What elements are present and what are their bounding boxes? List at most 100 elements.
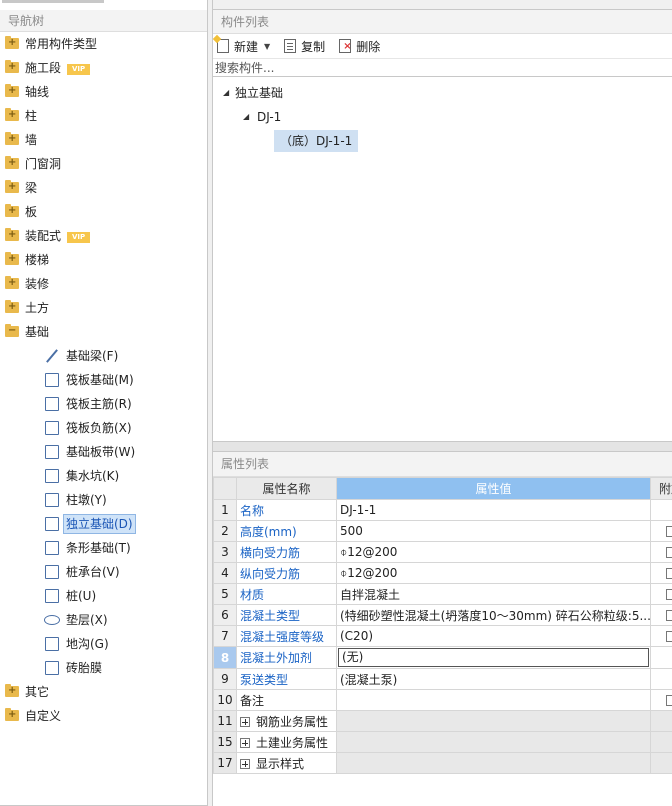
nav-subitem-column-pier[interactable]: 柱墩(Y) [0,488,207,512]
table-row[interactable]: 10 备注 [213,689,672,711]
nav-item-construction-section[interactable]: + 施工段 VIP [0,56,207,80]
nav-subitem-sump-pit[interactable]: 集水坑(K) [0,464,207,488]
nav-subitem-raft-main-rebar[interactable]: 筏板主筋(R) [0,392,207,416]
property-value-cell[interactable]: (特细砂塑性混凝土(坍落度10～30mm) 碎石公称粒级:5... [336,604,651,626]
folder-plus-icon[interactable]: + [5,204,19,217]
folder-plus-icon[interactable]: + [5,108,19,121]
nav-subitem-pile[interactable]: 桩(U) [0,584,207,608]
table-row[interactable]: 9 泵送类型 (混凝土泵) [213,668,672,690]
component-panel-title: 构件列表 [213,10,672,34]
property-value-cell[interactable]: ⌽12@200 [336,541,651,563]
extra-checkbox[interactable] [665,568,672,579]
extra-checkbox[interactable] [665,526,672,537]
delete-button[interactable]: 删除 [339,35,380,57]
table-row[interactable]: 1 名称 DJ-1-1 [213,499,672,521]
property-value-cell[interactable]: 自拌混凝土 [336,583,651,605]
nav-subitem-pile-cap[interactable]: 桩承台(V) [0,560,207,584]
tree-node-isolated-footing[interactable]: ◢ 独立基础 [213,81,672,105]
tree-node-dj-1[interactable]: ◢ DJ-1 [213,105,672,129]
table-row[interactable]: 7 混凝土强度等级 (C20) [213,625,672,647]
pile-cap-icon [45,565,59,579]
property-value-cell[interactable] [336,689,651,711]
property-value-cell[interactable]: ⌽12@200 [336,562,651,584]
nav-item-custom[interactable]: + 自定义 [0,704,207,728]
nav-subitem-cushion-layer[interactable]: 垫层(X) [0,608,207,632]
extra-checkbox[interactable] [665,695,672,706]
group-row-display-style[interactable]: 17 显示样式 [213,752,672,774]
chevron-down-icon[interactable]: ▼ [264,42,270,51]
table-row[interactable]: 4 纵向受力筋 ⌽12@200 [213,562,672,584]
nav-item-other[interactable]: + 其它 [0,680,207,704]
new-document-icon [217,39,229,53]
nav-subitem-foundation-beam[interactable]: 基础梁(F) [0,344,207,368]
top-tab-strip [2,0,104,3]
table-row[interactable]: 5 材质 自拌混凝土 [213,583,672,605]
extra-checkbox[interactable] [665,631,672,642]
property-value-cell[interactable]: (C20) [336,625,651,647]
extra-checkbox[interactable] [665,610,672,621]
expand-plus-icon[interactable] [240,758,250,769]
property-value-cell[interactable]: 500 [336,520,651,542]
table-row-active[interactable]: 8 混凝土外加剂 (无) [213,646,672,669]
nav-subitem-isolated-footing[interactable]: 独立基础(D) [0,512,207,536]
folder-plus-icon[interactable]: + [5,684,19,697]
nav-item-decoration[interactable]: + 装修 [0,272,207,296]
nav-subitem-brick-mold[interactable]: 砖胎膜 [0,656,207,680]
new-button[interactable]: 新建 ▼ [217,35,270,57]
nav-item-wall[interactable]: + 墙 [0,128,207,152]
nav-item-foundation[interactable]: − 基础 [0,320,207,344]
component-toolbar: 新建 ▼ 复制 删除 [213,34,672,59]
table-row[interactable]: 6 混凝土类型 (特细砂塑性混凝土(坍落度10～30mm) 碎石公称粒级:5..… [213,604,672,626]
extra-checkbox[interactable] [665,547,672,558]
copy-button[interactable]: 复制 [284,35,325,57]
nav-item-prefab[interactable]: + 装配式 VIP [0,224,207,248]
folder-plus-icon[interactable]: + [5,708,19,721]
expand-plus-icon[interactable] [240,737,250,748]
folder-plus-icon[interactable]: + [5,156,19,169]
folder-plus-icon[interactable]: + [5,60,19,73]
panel-splitter[interactable] [213,441,672,452]
nav-item-common-types[interactable]: + 常用构件类型 [0,32,207,56]
nav-subitem-raft-negative-rebar[interactable]: 筏板负筋(X) [0,416,207,440]
table-row[interactable]: 3 横向受力筋 ⌽12@200 [213,541,672,563]
folder-plus-icon[interactable]: + [5,180,19,193]
group-row-civil[interactable]: 15 土建业务属性 [213,731,672,753]
nav-item-stairs[interactable]: + 楼梯 [0,248,207,272]
folder-plus-icon[interactable]: + [5,252,19,265]
extra-checkbox[interactable] [665,589,672,600]
folder-plus-icon[interactable]: + [5,276,19,289]
component-search-input[interactable] [213,59,672,77]
nav-subitem-foundation-strip[interactable]: 基础板带(W) [0,440,207,464]
expanded-triangle-icon[interactable]: ◢ [223,81,229,105]
folder-plus-icon[interactable]: + [5,36,19,49]
app-window: 导航树 + 常用构件类型 + 施工段 VIP + 轴线 + 柱 + 墙 + 门窗洞 + 梁 + 板… [0,0,672,806]
property-value-cell[interactable]: DJ-1-1 [336,499,651,521]
folder-plus-icon[interactable]: + [5,300,19,313]
property-list-panel: 属性列表 属性名称 属性值 附加 1 名称 DJ-1-1 2 高度(mm) 50… [212,441,672,806]
nav-item-column[interactable]: + 柱 [0,104,207,128]
property-name-header[interactable]: 属性名称 [236,477,337,500]
property-value-editor[interactable]: (无) [336,646,651,669]
folder-minus-icon[interactable]: − [5,324,19,337]
brick-mold-icon [45,661,59,675]
property-value-cell[interactable]: (混凝土泵) [336,668,651,690]
nav-subitem-strip-footing[interactable]: 条形基础(T) [0,536,207,560]
extra-header[interactable]: 附加 [650,477,672,500]
nav-item-door-window[interactable]: + 门窗洞 [0,152,207,176]
folder-plus-icon[interactable]: + [5,228,19,241]
nav-item-earthwork[interactable]: + 土方 [0,296,207,320]
property-value-header[interactable]: 属性值 [336,477,651,500]
expanded-triangle-icon[interactable]: ◢ [243,105,249,129]
nav-item-beam[interactable]: + 梁 [0,176,207,200]
nav-subitem-raft-foundation[interactable]: 筏板基础(M) [0,368,207,392]
folder-plus-icon[interactable]: + [5,132,19,145]
group-row-rebar[interactable]: 11 钢筋业务属性 [213,710,672,732]
tree-node-dj-1-1[interactable]: （底）DJ-1-1 [213,129,672,153]
nav-item-axis[interactable]: + 轴线 [0,80,207,104]
folder-plus-icon[interactable]: + [5,84,19,97]
nav-item-slab[interactable]: + 板 [0,200,207,224]
expand-plus-icon[interactable] [240,716,250,727]
navigation-tree-panel: 导航树 + 常用构件类型 + 施工段 VIP + 轴线 + 柱 + 墙 + 门窗洞 + 梁 + 板… [0,0,208,806]
nav-subitem-trench[interactable]: 地沟(G) [0,632,207,656]
table-row[interactable]: 2 高度(mm) 500 [213,520,672,542]
